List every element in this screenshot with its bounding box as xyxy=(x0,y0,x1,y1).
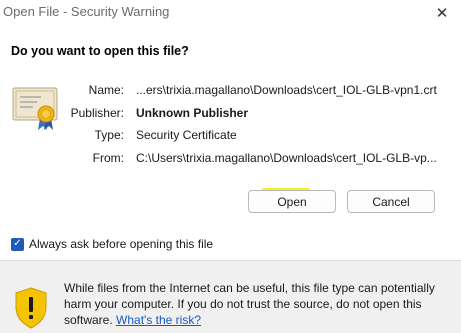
always-ask-checkbox[interactable]: ✓ xyxy=(11,237,24,251)
name-label: Name: xyxy=(88,83,124,97)
close-button[interactable]: ✕ xyxy=(423,0,461,26)
publisher-label: Publisher: xyxy=(70,106,124,120)
window-title: Open File - Security Warning xyxy=(3,4,170,19)
warning-message: While files from the Internet can be use… xyxy=(64,280,454,328)
name-row: Name: ...ers\trixia.magallano\Downloads\… xyxy=(0,83,461,101)
open-button[interactable]: Open xyxy=(248,190,336,213)
publisher-value: Unknown Publisher xyxy=(136,106,249,120)
cancel-button-label: Cancel xyxy=(372,194,410,209)
name-value: ...ers\trixia.magallano\Downloads\cert_I… xyxy=(136,83,437,97)
type-row: Type: Security Certificate xyxy=(0,128,461,146)
cancel-button[interactable]: Cancel xyxy=(347,190,435,213)
whats-the-risk-link[interactable]: What's the risk? xyxy=(116,313,201,327)
close-icon: ✕ xyxy=(435,5,449,22)
always-ask-row: ✓ Always ask before opening this file xyxy=(11,236,213,252)
open-button-label: Open xyxy=(277,194,307,209)
publisher-row: Publisher: Unknown Publisher xyxy=(0,106,461,124)
always-ask-label[interactable]: Always ask before opening this file xyxy=(29,237,213,251)
from-label: From: xyxy=(92,151,124,165)
from-value: C:\Users\trixia.magallano\Downloads\cert… xyxy=(136,151,437,165)
warning-panel: While files from the Internet can be use… xyxy=(0,260,461,333)
dialog-question: Do you want to open this file? xyxy=(11,44,189,58)
from-row: From: C:\Users\trixia.magallano\Download… xyxy=(0,151,461,169)
warning-shield-icon xyxy=(15,287,47,329)
type-label: Type: xyxy=(94,128,124,142)
checkmark-icon: ✓ xyxy=(13,238,22,249)
type-value: Security Certificate xyxy=(136,128,237,142)
title-bar: Open File - Security Warning ✕ xyxy=(0,0,461,26)
